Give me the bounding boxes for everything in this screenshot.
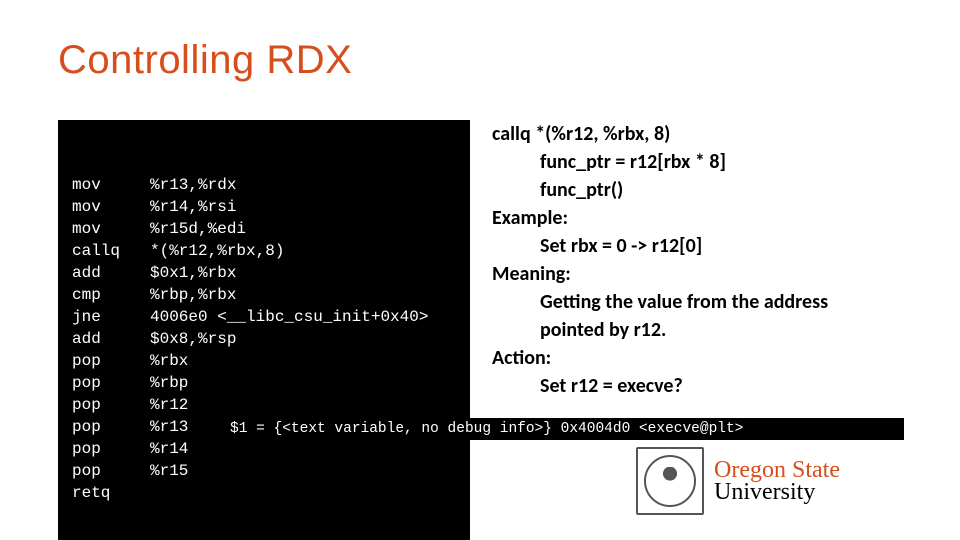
asm-row: cmp%rbp,%rbx (72, 284, 428, 306)
asm-op: mov (72, 196, 150, 218)
slide-title: Controlling RDX (58, 38, 352, 83)
asm-op: mov (72, 174, 150, 196)
gdb-output: $1 = {<text variable, no debug info>} 0x… (224, 418, 904, 440)
asm-args: %r14,%rsi (150, 196, 428, 218)
asm-op: pop (72, 394, 150, 416)
asm-op: add (72, 262, 150, 284)
asm-row: pop%r12 (72, 394, 428, 416)
asm-args: %rbx (150, 350, 428, 372)
note-line: pointed by r12. (492, 316, 932, 344)
asm-op: retq (72, 482, 150, 504)
note-line: Set r12 = execve? (492, 372, 932, 400)
asm-op: pop (72, 372, 150, 394)
logo-line-2: University (714, 480, 840, 504)
asm-row: mov%r14,%rsi (72, 196, 428, 218)
asm-op: cmp (72, 284, 150, 306)
assembly-listing: mov%r13,%rdxmov%r14,%rsimov%r15d,%edical… (58, 120, 470, 540)
asm-row: callq*(%r12,%rbx,8) (72, 240, 428, 262)
asm-args: $0x1,%rbx (150, 262, 428, 284)
osu-logo-text: Oregon State University (714, 458, 840, 504)
asm-args: %rbp (150, 372, 428, 394)
osu-seal-icon (636, 447, 704, 515)
asm-row: add$0x1,%rbx (72, 262, 428, 284)
asm-args: %rbp,%rbx (150, 284, 428, 306)
asm-row: mov%r15d,%edi (72, 218, 428, 240)
osu-logo: Oregon State University (636, 442, 906, 520)
asm-op: callq (72, 240, 150, 262)
note-line: Getting the value from the address (492, 288, 932, 316)
asm-op: pop (72, 416, 150, 438)
asm-args: %r14 (150, 438, 428, 460)
asm-op: pop (72, 350, 150, 372)
asm-row: add$0x8,%rsp (72, 328, 428, 350)
asm-args: %r15 (150, 460, 428, 482)
asm-row: pop%r15 (72, 460, 428, 482)
note-line: Action: (492, 344, 932, 372)
asm-op: mov (72, 218, 150, 240)
asm-args: %r13,%rdx (150, 174, 428, 196)
slide: Controlling RDX mov%r13,%rdxmov%r14,%rsi… (0, 0, 960, 540)
asm-args: %r12 (150, 394, 428, 416)
asm-args: 4006e0 <__libc_csu_init+0x40> (150, 306, 428, 328)
asm-args: *(%r12,%rbx,8) (150, 240, 428, 262)
asm-op: pop (72, 438, 150, 460)
asm-op: add (72, 328, 150, 350)
asm-row: pop%rbp (72, 372, 428, 394)
note-line: Set rbx = 0 -> r12[0] (492, 232, 932, 260)
asm-args (150, 482, 428, 504)
asm-row: jne4006e0 <__libc_csu_init+0x40> (72, 306, 428, 328)
asm-op: jne (72, 306, 150, 328)
asm-row: retq (72, 482, 428, 504)
explanation-notes: callq *(%r12, %rbx, 8) func_ptr = r12[rb… (492, 120, 932, 400)
note-line: Meaning: (492, 260, 932, 288)
asm-row: pop%r14 (72, 438, 428, 460)
note-line: callq *(%r12, %rbx, 8) (492, 120, 932, 148)
asm-args: $0x8,%rsp (150, 328, 428, 350)
asm-op: pop (72, 460, 150, 482)
note-line: Example: (492, 204, 932, 232)
asm-row: mov%r13,%rdx (72, 174, 428, 196)
note-line: func_ptr() (492, 176, 932, 204)
asm-args: %r15d,%edi (150, 218, 428, 240)
asm-row: pop%rbx (72, 350, 428, 372)
note-line: func_ptr = r12[rbx * 8] (492, 148, 932, 176)
